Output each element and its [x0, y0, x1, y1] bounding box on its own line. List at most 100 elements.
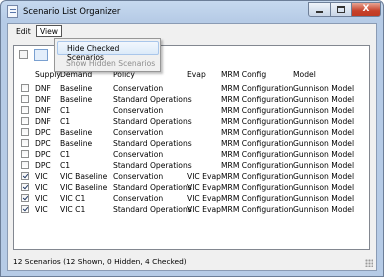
- row-checkbox[interactable]: [21, 117, 29, 125]
- cell-model: Gunnison Model: [293, 194, 355, 203]
- cell-demand: Baseline: [60, 128, 93, 137]
- cell-demand: VIC C1: [60, 205, 86, 214]
- table-row[interactable]: DPC C1 Conservation MRM Configuration Gunnis…: [13, 149, 369, 160]
- cell-mrm-config: MRM Configuration: [221, 205, 294, 214]
- cell-policy: Standard Operations: [113, 139, 192, 148]
- cell-model: Gunnison Model: [293, 183, 355, 192]
- cell-policy: Conservation: [113, 128, 164, 137]
- menu-item-hide-checked-scenarios[interactable]: Hide Checked Scenarios: [57, 41, 159, 62]
- row-checkbox[interactable]: [21, 139, 29, 147]
- cell-evap: VIC Evap: [187, 194, 221, 203]
- cell-demand: C1: [60, 150, 71, 159]
- cell-policy: Conservation: [113, 84, 164, 93]
- cell-model: Gunnison Model: [293, 84, 355, 93]
- cell-supply: VIC: [35, 194, 48, 203]
- row-checkbox[interactable]: [21, 205, 29, 213]
- cell-model: Gunnison Model: [293, 128, 355, 137]
- cell-policy: Standard Operations: [113, 161, 192, 170]
- row-checkbox[interactable]: [21, 128, 29, 136]
- resize-grip-icon[interactable]: [365, 259, 373, 267]
- cell-model: Gunnison Model: [293, 161, 355, 170]
- table-row[interactable]: DNF Baseline Standard Operations MRM Config…: [13, 94, 369, 105]
- title-bar[interactable]: Scenario List Organizer X: [1, 1, 383, 23]
- cell-mrm-config: MRM Configuration: [221, 106, 294, 115]
- cell-mrm-config: MRM Configuration: [221, 194, 294, 203]
- cell-supply: VIC: [35, 205, 48, 214]
- cell-evap: VIC Evap: [187, 183, 221, 192]
- cell-supply: VIC: [35, 172, 48, 181]
- cell-evap: VIC Evap: [187, 205, 221, 214]
- cell-supply: DNF: [35, 117, 51, 126]
- minimize-button[interactable]: [308, 2, 331, 17]
- cell-demand: C1: [60, 161, 71, 170]
- cell-policy: Conservation: [113, 172, 164, 181]
- cell-demand: VIC Baseline: [60, 172, 108, 181]
- cell-supply: DNF: [35, 106, 51, 115]
- cell-mrm-config: MRM Configuration: [221, 183, 294, 192]
- table-row[interactable]: DNF Baseline Conservation MRM Configuration…: [13, 83, 369, 94]
- cell-mrm-config: MRM Configuration: [221, 128, 294, 137]
- cell-model: Gunnison Model: [293, 172, 355, 181]
- cell-supply: DNF: [35, 95, 51, 104]
- cell-supply: DPC: [35, 161, 51, 170]
- app-icon: [7, 5, 18, 18]
- column-header-mrm-config[interactable]: MRM Config: [221, 70, 266, 79]
- cell-model: Gunnison Model: [293, 139, 355, 148]
- row-checkbox[interactable]: [21, 95, 29, 103]
- close-button[interactable]: X: [351, 2, 381, 17]
- cell-model: Gunnison Model: [293, 95, 355, 104]
- cell-policy: Standard Operations: [113, 95, 192, 104]
- cell-policy: Conservation: [113, 194, 164, 203]
- table-row[interactable]: DPC C1 Standard Operations MRM Configuratio…: [13, 160, 369, 171]
- cell-supply: DNF: [35, 84, 51, 93]
- cell-mrm-config: MRM Configuration: [221, 95, 294, 104]
- cell-policy: Standard Operations: [113, 183, 192, 192]
- table-row[interactable]: VIC VIC C1 Standard Operations VIC Evap MRM …: [13, 204, 369, 215]
- row-checkbox[interactable]: [21, 106, 29, 114]
- cell-policy: Standard Operations: [113, 205, 192, 214]
- row-checkbox[interactable]: [21, 194, 29, 202]
- maximize-icon: [337, 6, 345, 13]
- table-row[interactable]: DPC Baseline Standard Operations MRM Config…: [13, 138, 369, 149]
- cell-mrm-config: MRM Configuration: [221, 84, 294, 93]
- cell-supply: DPC: [35, 150, 51, 159]
- row-checkbox[interactable]: [21, 84, 29, 92]
- cell-mrm-config: MRM Configuration: [221, 161, 294, 170]
- cell-model: Gunnison Model: [293, 106, 355, 115]
- table-row[interactable]: DPC Baseline Conservation MRM Configuration…: [13, 127, 369, 138]
- cell-mrm-config: MRM Configuration: [221, 139, 294, 148]
- cell-model: Gunnison Model: [293, 150, 355, 159]
- cell-model: Gunnison Model: [293, 205, 355, 214]
- table-row[interactable]: VIC VIC C1 Conservation VIC Evap MRM Configu…: [13, 193, 369, 204]
- row-checkbox[interactable]: [21, 183, 29, 191]
- cell-demand: C1: [60, 106, 71, 115]
- table-row[interactable]: VIC VIC Baseline Standard Operations VIC Ev…: [13, 182, 369, 193]
- row-checkbox[interactable]: [21, 150, 29, 158]
- minimize-icon: [316, 11, 323, 13]
- cell-demand: Baseline: [60, 84, 93, 93]
- maximize-button[interactable]: [330, 2, 352, 17]
- cell-supply: VIC: [35, 183, 48, 192]
- cell-evap: VIC Evap: [187, 172, 221, 181]
- cell-demand: VIC Baseline: [60, 183, 108, 192]
- cell-demand: Baseline: [60, 139, 93, 148]
- cell-mrm-config: MRM Configuration: [221, 117, 294, 126]
- cell-mrm-config: MRM Configuration: [221, 150, 294, 159]
- table-row[interactable]: DNF C1 Conservation MRM Configuration Gunnis…: [13, 105, 369, 116]
- row-checkbox[interactable]: [21, 161, 29, 169]
- row-checkbox[interactable]: [21, 172, 29, 180]
- cell-demand: VIC C1: [60, 194, 86, 203]
- table-row[interactable]: DNF C1 Standard Operations MRM Configuratio…: [13, 116, 369, 127]
- app-window: Scenario List Organizer X Edit View Hide…: [0, 0, 384, 277]
- table-row[interactable]: VIC VIC Baseline Conservation VIC Evap MRM C…: [13, 171, 369, 182]
- cell-model: Gunnison Model: [293, 117, 355, 126]
- menu-item-show-hidden-scenarios[interactable]: Show Hidden Scenarios: [57, 56, 159, 70]
- column-header-evap[interactable]: Evap: [187, 70, 206, 79]
- window-title: Scenario List Organizer: [23, 6, 121, 16]
- cell-policy: Standard Operations: [113, 117, 192, 126]
- view-dropdown-menu: Hide Checked Scenarios Show Hidden Scena…: [54, 38, 161, 72]
- cell-policy: Conservation: [113, 106, 164, 115]
- column-header-model[interactable]: Model: [293, 70, 316, 79]
- cell-demand: Baseline: [60, 95, 93, 104]
- cell-supply: DPC: [35, 139, 51, 148]
